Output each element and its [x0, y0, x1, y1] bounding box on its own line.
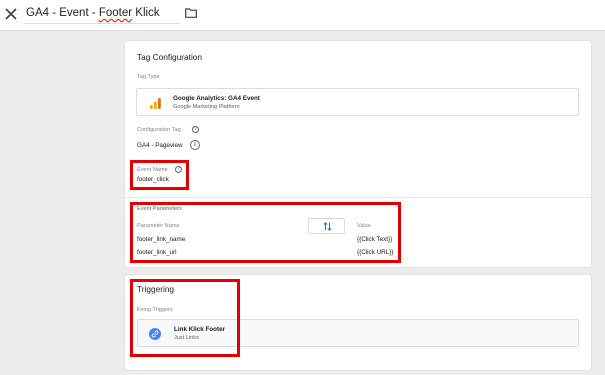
configuration-tag-value: GA4 - Pageview — [137, 142, 183, 149]
help-icon[interactable]: ? — [192, 126, 199, 133]
firing-triggers-label: Firing Triggers — [137, 307, 173, 313]
sort-icon — [323, 222, 332, 231]
tag-type-platform: Google Marketing Platform — [173, 104, 240, 110]
event-name-label: Event Name — [137, 167, 168, 173]
parameter-name: footer_link_url — [137, 249, 177, 256]
value-header: Value — [357, 223, 371, 229]
tag-name-misspelled-word: Footer — [98, 7, 133, 19]
tag-type-label: Tag Type — [137, 74, 160, 80]
tag-name-suffix: Klick — [132, 7, 160, 19]
event-parameters-title: Event Parameters — [137, 206, 182, 212]
google-analytics-icon — [150, 98, 161, 109]
tag-type-name: Google Analytics: GA4 Event — [173, 95, 260, 102]
help-icon[interactable]: ? — [175, 166, 182, 173]
folder-icon[interactable] — [185, 8, 197, 18]
event-name-value: footer_click — [137, 176, 169, 183]
info-icon[interactable]: i — [190, 140, 200, 150]
trigger-name: Link Klick Footer — [174, 326, 226, 333]
tag-type-selector[interactable]: Google Analytics: GA4 Event Google Marke… — [136, 88, 579, 116]
triggering-card[interactable]: Triggering Firing Triggers Link Klick Fo… — [125, 275, 591, 370]
parameter-value: {{Click URL}} — [357, 249, 394, 256]
trigger-item[interactable]: Link Klick Footer Just Links — [137, 319, 579, 347]
configuration-tag-label: Configuration Tag — [137, 127, 181, 133]
close-icon[interactable] — [4, 7, 18, 21]
tag-configuration-card[interactable]: Tag Configuration Tag Type Google Analyt… — [125, 41, 591, 267]
trigger-type: Just Links — [174, 335, 199, 341]
top-bar: GA4 - Event - Footer Klick — [0, 0, 605, 31]
section-divider — [125, 197, 591, 198]
tag-name-input[interactable]: GA4 - Event - Footer Klick — [24, 2, 180, 24]
parameter-value: {{Click Text}} — [357, 236, 393, 243]
sort-parameters-button[interactable] — [308, 218, 345, 234]
parameter-name: footer_link_name — [137, 236, 186, 243]
tag-name-prefix: GA4 - Event - — [26, 7, 99, 19]
link-click-icon — [149, 328, 161, 340]
tag-configuration-title: Tag Configuration — [137, 52, 203, 62]
triggering-title: Triggering — [137, 284, 175, 294]
parameter-name-header: Parameter Name — [137, 223, 180, 229]
